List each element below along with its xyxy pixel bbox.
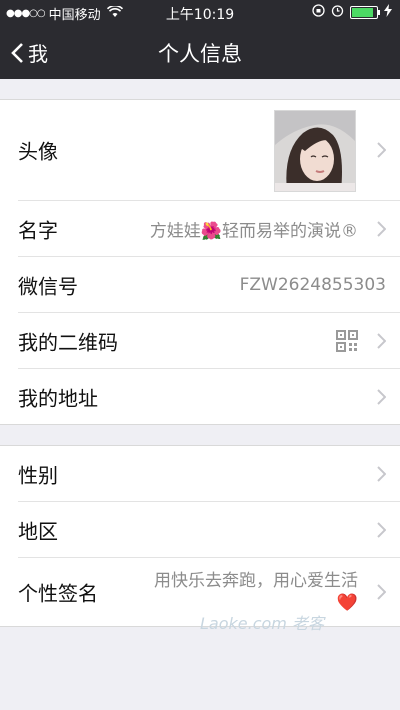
wechat-id-label: 微信号 [18, 274, 78, 298]
chevron-right-icon [377, 332, 386, 349]
watermark: Laoke.com 老客 [200, 614, 324, 633]
qr-code-label: 我的二维码 [18, 330, 118, 354]
battery-icon [350, 6, 380, 19]
chevron-right-icon [377, 142, 386, 158]
name-label: 名字 [18, 218, 58, 242]
charging-icon [384, 4, 392, 21]
name-value: 方娃娃🌺轻而易举的演说® [149, 221, 358, 241]
avatar [274, 110, 356, 192]
qr-code-row[interactable]: 我的二维码 [18, 313, 400, 369]
alarm-icon [331, 4, 344, 21]
address-row[interactable]: 我的地址 [18, 369, 400, 424]
avatar-row[interactable]: 头像 [18, 100, 400, 201]
wechat-id-value: FZW2624855303 [239, 274, 386, 295]
region-row[interactable]: 地区 [18, 502, 400, 558]
signature-label: 个性签名 [18, 581, 98, 606]
wechat-id-row: 微信号 FZW2624855303 [18, 257, 400, 313]
chevron-right-icon [377, 388, 386, 405]
status-bar: ●●●○○ 中国移动 上午10:19 [0, 0, 400, 24]
qr-code-icon [336, 329, 358, 352]
navigation-bar: 我 个人信息 [0, 24, 400, 79]
gender-row[interactable]: 性别 [18, 446, 400, 502]
details-group: 性别 地区 个性签名 用快乐去奔跑，用心爱生活❤️ [0, 445, 400, 627]
region-label: 地区 [18, 519, 58, 543]
chevron-right-icon [377, 465, 386, 482]
page-title: 个人信息 [158, 42, 242, 66]
gender-label: 性别 [18, 463, 58, 487]
profile-group: 头像 名字 方娃娃🌺轻而易举的演说® 微信号 FZW2624855303 我的二… [0, 99, 400, 425]
rotation-lock-icon [312, 4, 325, 21]
name-row[interactable]: 名字 方娃娃🌺轻而易举的演说® [18, 201, 400, 257]
avatar-label: 头像 [18, 139, 58, 164]
chevron-right-icon [377, 220, 386, 237]
chevron-right-icon [377, 521, 386, 538]
address-label: 我的地址 [18, 386, 98, 410]
chevron-right-icon [377, 584, 386, 600]
signature-value: 用快乐去奔跑，用心爱生活❤️ [154, 571, 358, 613]
status-right [312, 4, 392, 21]
